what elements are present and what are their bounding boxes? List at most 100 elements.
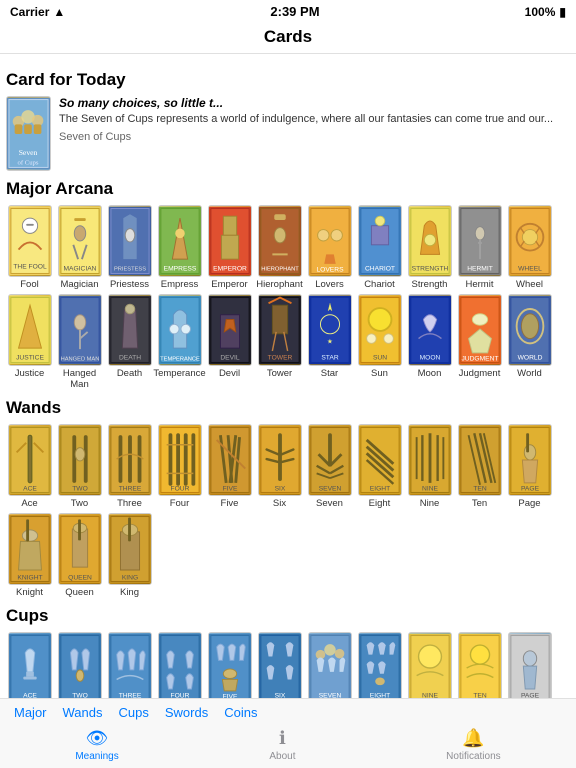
list-item[interactable]: FOUR Four (156, 632, 203, 698)
suit-tab-major[interactable]: Major (8, 703, 53, 722)
list-item[interactable]: FIVE Five (206, 424, 253, 509)
suit-tab-cups[interactable]: Cups (113, 703, 155, 722)
list-item[interactable]: DEATH Death (106, 294, 153, 390)
card-image[interactable]: JUDGMENT (458, 294, 502, 366)
card-image[interactable]: EMPRESS (158, 205, 202, 277)
card-image[interactable]: THREE (108, 632, 152, 698)
list-item[interactable]: TWO Two (56, 424, 103, 509)
card-image[interactable]: FIVE (208, 424, 252, 496)
list-item[interactable]: ACE Ace (6, 424, 53, 509)
card-image[interactable]: THREE (108, 424, 152, 496)
card-image[interactable]: HERMIT (458, 205, 502, 277)
card-image[interactable]: JUSTICE (8, 294, 52, 366)
card-image[interactable]: SIX (258, 424, 302, 496)
card-image[interactable]: PRIESTESS (108, 205, 152, 277)
list-item[interactable]: SUN Sun (356, 294, 403, 390)
list-item[interactable]: HIEROPHANT Hierophant (256, 205, 303, 290)
list-item[interactable]: EIGHT Eight (356, 424, 403, 509)
card-image[interactable]: HIEROPHANT (258, 205, 302, 277)
list-item[interactable]: EIGHT Eight (356, 632, 403, 698)
list-item[interactable]: EMPRESS Empress (156, 205, 203, 290)
card-image[interactable]: TOWER (258, 294, 302, 366)
list-item[interactable]: TEN Ten (456, 424, 503, 509)
list-item[interactable]: WHEEL Wheel (506, 205, 553, 290)
card-image[interactable]: EIGHT (358, 632, 402, 698)
card-today-section[interactable]: Seven of Cups So many choices, so little… (6, 96, 570, 171)
card-image[interactable]: ACE (8, 632, 52, 698)
card-image[interactable]: FIVE (208, 632, 252, 698)
list-item[interactable]: ★STAR Star (306, 294, 353, 390)
list-item[interactable]: TWO Two (56, 632, 103, 698)
suit-tab-swords[interactable]: Swords (159, 703, 214, 722)
card-image[interactable]: TEN (458, 632, 502, 698)
list-item[interactable]: PAGE Page (506, 424, 553, 509)
card-image[interactable]: HANGED MAN (58, 294, 102, 366)
card-image[interactable]: PAGE (508, 424, 552, 496)
card-image[interactable]: LOVERS (308, 205, 352, 277)
list-item[interactable]: THREE Three (106, 632, 153, 698)
list-item[interactable]: SIX Six (256, 424, 303, 509)
card-image[interactable]: NINE (408, 632, 452, 698)
suit-tab-coins[interactable]: Coins (218, 703, 263, 722)
list-item[interactable]: EMPEROR Emperor (206, 205, 253, 290)
list-item[interactable]: LOVERS Lovers (306, 205, 353, 290)
list-item[interactable]: NINE Nine (406, 424, 453, 509)
card-image[interactable]: DEATH (108, 294, 152, 366)
card-image[interactable]: STRENGTH (408, 205, 452, 277)
tab-meanings[interactable]: 👁 Meanings (55, 728, 138, 762)
card-image[interactable]: SIX (258, 632, 302, 698)
list-item[interactable]: THREE Three (106, 424, 153, 509)
list-item[interactable]: TOWER Tower (256, 294, 303, 390)
card-image[interactable]: WHEEL (508, 205, 552, 277)
list-item[interactable]: KNIGHT Knight (6, 513, 53, 598)
list-item[interactable]: DEVIL Devil (206, 294, 253, 390)
list-item[interactable]: PRIESTESS Priestess (106, 205, 153, 290)
card-image[interactable]: WORLD (508, 294, 552, 366)
list-item[interactable]: MAGICIAN Magician (56, 205, 103, 290)
list-item[interactable]: STRENGTH Strength (406, 205, 453, 290)
card-image[interactable]: KNIGHT (8, 513, 52, 585)
list-item[interactable]: HANGED MAN Hanged Man (56, 294, 103, 390)
list-item[interactable]: SEVEN Seven (306, 632, 353, 698)
card-image[interactable]: DEVIL (208, 294, 252, 366)
tab-about[interactable]: ℹ About (249, 728, 315, 762)
card-image[interactable]: TWO (58, 424, 102, 496)
card-image[interactable]: KING (108, 513, 152, 585)
card-image[interactable]: CHARIOT (358, 205, 402, 277)
list-item[interactable]: FIVE Five (206, 632, 253, 698)
card-image[interactable]: TEN (458, 424, 502, 496)
tab-notifications[interactable]: 🔔 Notifications (426, 728, 520, 762)
list-item[interactable]: JUDGMENT Judgment (456, 294, 503, 390)
list-item[interactable]: TEN Ten (456, 632, 503, 698)
card-image[interactable]: MOON (408, 294, 452, 366)
card-image[interactable]: EIGHT (358, 424, 402, 496)
card-image[interactable]: THE FOOL (8, 205, 52, 277)
list-item[interactable]: THE FOOL Fool (6, 205, 53, 290)
list-item[interactable]: ACE Ace (6, 632, 53, 698)
list-item[interactable]: TEMPERANCE Temperance (156, 294, 203, 390)
card-image[interactable]: PAGE (508, 632, 552, 698)
card-image[interactable]: TWO (58, 632, 102, 698)
card-image[interactable]: ★STAR (308, 294, 352, 366)
card-image[interactable]: ACE (8, 424, 52, 496)
card-image[interactable]: SEVEN (308, 424, 352, 496)
card-image[interactable]: TEMPERANCE (158, 294, 202, 366)
card-image[interactable]: FOUR (158, 424, 202, 496)
list-item[interactable]: HERMIT Hermit (456, 205, 503, 290)
list-item[interactable]: PAGE Page (506, 632, 553, 698)
list-item[interactable]: SEVEN Seven (306, 424, 353, 509)
suit-tab-wands[interactable]: Wands (57, 703, 109, 722)
card-image[interactable]: EMPEROR (208, 205, 252, 277)
list-item[interactable]: CHARIOT Chariot (356, 205, 403, 290)
list-item[interactable]: FOUR Four (156, 424, 203, 509)
list-item[interactable]: WORLD World (506, 294, 553, 390)
card-image[interactable]: NINE (408, 424, 452, 496)
card-image[interactable]: SUN (358, 294, 402, 366)
card-image[interactable]: MAGICIAN (58, 205, 102, 277)
card-today-image[interactable]: Seven of Cups (6, 96, 51, 171)
list-item[interactable]: KING King (106, 513, 153, 598)
card-image[interactable]: FOUR (158, 632, 202, 698)
list-item[interactable]: NINE Nine (406, 632, 453, 698)
list-item[interactable]: MOON Moon (406, 294, 453, 390)
card-image[interactable]: SEVEN (308, 632, 352, 698)
